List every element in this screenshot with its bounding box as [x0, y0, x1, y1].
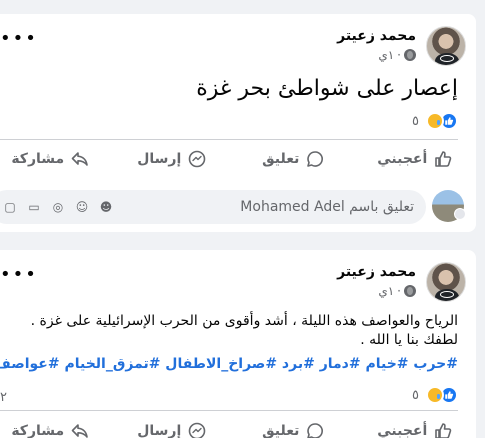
viewer-avatar[interactable] — [432, 190, 466, 222]
comment-label: تعليق — [262, 151, 300, 167]
reaction-count: ٥ — [412, 113, 419, 129]
author-name[interactable]: محمد زعيتر — [337, 264, 416, 280]
post-text: الرياح والعواصف هذه الليلة ، أشد وأقوى م… — [8, 312, 458, 350]
comment-label: تعليق — [262, 423, 300, 438]
thumbs-up-icon — [435, 151, 452, 167]
post-text-line: الرياح والعواصف هذه الليلة ، أشد وأقوى م… — [30, 313, 458, 329]
avatar-sticker-icon[interactable]: ☻ — [98, 199, 114, 215]
comment-button[interactable]: تعليق — [233, 144, 355, 174]
divider — [0, 139, 458, 140]
post-time[interactable]: ١ي — [378, 48, 394, 62]
messenger-icon — [188, 150, 206, 168]
author-avatar[interactable] — [426, 26, 466, 66]
post-card: ••• محمد زعيتر ١ي · الرياح والعواصف هذه … — [0, 250, 476, 438]
globe-icon — [404, 49, 416, 61]
post-actions: أعجبني تعليق إرسال مشاركة — [0, 416, 476, 438]
like-label: أعجبني — [377, 151, 428, 167]
send-button[interactable]: إرسال — [112, 144, 234, 174]
post-time[interactable]: ١ي — [378, 284, 394, 298]
author-name[interactable]: محمد زعيتر — [337, 28, 416, 44]
emoji-icon[interactable]: ☺ — [74, 199, 90, 215]
post-actions: أعجبني تعليق إرسال مشاركة — [0, 144, 476, 174]
divider — [0, 410, 458, 411]
post-text: إعصار على شواطئ بحر غزة — [196, 76, 458, 101]
comment-input[interactable]: تعليق باسم Mohamed Adel ▢ ▭ ◎ ☺ ☻ — [0, 190, 426, 224]
reaction-count: ٥ — [412, 387, 419, 403]
share-button[interactable]: مشاركة — [0, 416, 112, 438]
post-options-button[interactable]: ••• — [0, 264, 38, 285]
comment-icon — [307, 151, 324, 167]
chevron-down-icon[interactable] — [454, 208, 466, 220]
comment-icon — [307, 423, 324, 438]
sticker-icon[interactable]: ▢ — [2, 199, 18, 215]
post-options-button[interactable]: ••• — [0, 28, 38, 49]
thumbs-up-icon — [435, 423, 452, 438]
camera-icon[interactable]: ◎ — [50, 199, 66, 215]
share-label: مشاركة — [11, 423, 65, 438]
reactions-summary[interactable]: ٥ — [412, 386, 458, 404]
gif-icon[interactable]: ▭ — [26, 199, 42, 215]
like-label: أعجبني — [377, 423, 428, 438]
like-button[interactable]: أعجبني — [355, 416, 477, 438]
comment-placeholder: تعليق باسم Mohamed Adel — [240, 199, 414, 215]
comment-count[interactable]: ٢ — [0, 390, 7, 405]
post-meta: ١ي · — [378, 48, 416, 62]
send-button[interactable]: إرسال — [112, 416, 234, 438]
post-card: ••• محمد زعيتر ١ي · إعصار على شواطئ بحر … — [0, 14, 476, 232]
share-button[interactable]: مشاركة — [0, 144, 112, 174]
sad-reaction-icon — [426, 386, 444, 404]
like-button[interactable]: أعجبني — [355, 144, 477, 174]
share-label: مشاركة — [11, 151, 65, 167]
share-icon — [71, 152, 88, 166]
reactions-summary[interactable]: ٥ — [412, 112, 458, 130]
messenger-icon — [188, 422, 206, 438]
sad-reaction-icon — [426, 112, 444, 130]
send-label: إرسال — [137, 151, 182, 167]
post-text-line: لطفك بنا يا الله . — [360, 332, 458, 348]
post-meta: ١ي · — [378, 284, 416, 298]
globe-icon — [404, 285, 416, 297]
post-hashtags[interactable]: #حرب #خيام #دمار #برد #صراخ_الاطفال #تمز… — [0, 356, 458, 372]
comment-composer: تعليق باسم Mohamed Adel ▢ ▭ ◎ ☺ ☻ — [0, 186, 476, 226]
comment-button[interactable]: تعليق — [233, 416, 355, 438]
send-label: إرسال — [137, 423, 182, 438]
author-avatar[interactable] — [426, 262, 466, 302]
share-icon — [71, 424, 88, 438]
comment-tools: ▢ ▭ ◎ ☺ ☻ — [2, 199, 114, 215]
